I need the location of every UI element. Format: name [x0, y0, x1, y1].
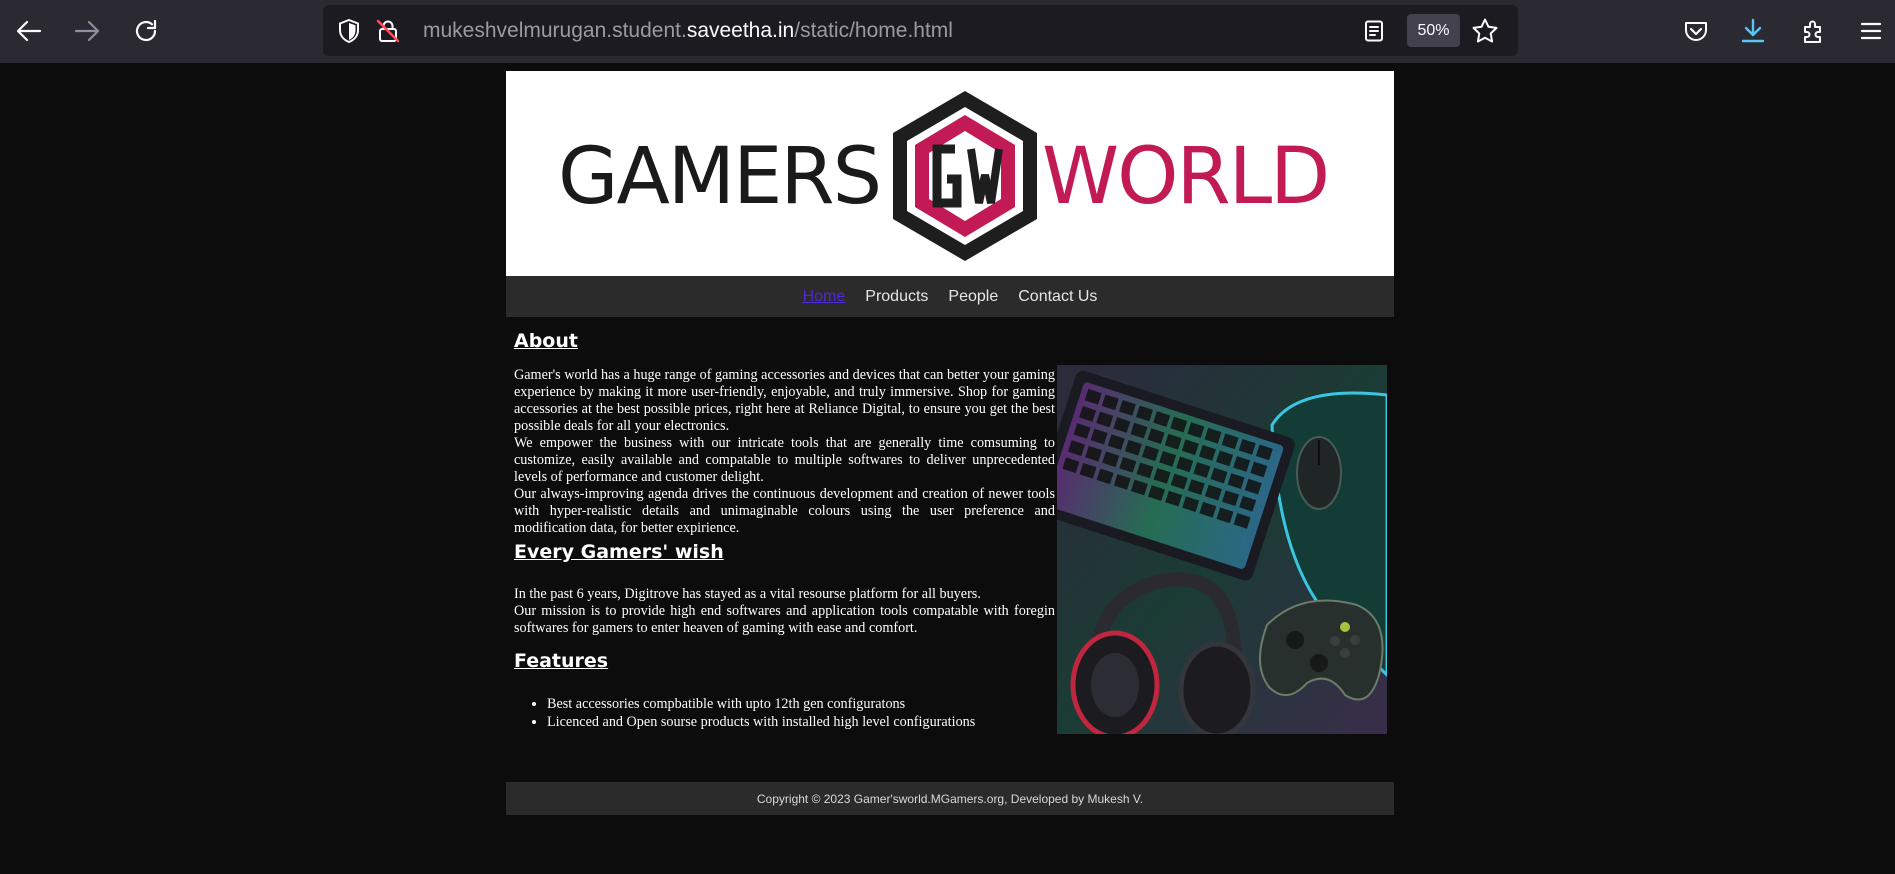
insecure-connection-lock-icon[interactable]: [374, 17, 402, 45]
feature-item: Licenced and Open sourse products with i…: [547, 713, 975, 731]
url-path: /static/home.html: [794, 19, 953, 42]
pocket-button[interactable]: [1676, 11, 1716, 51]
url-prefix: mukeshvelmurugan.student.: [423, 19, 687, 42]
about-heading: About: [514, 330, 578, 352]
feature-item: Best accessories compbatible with upto 1…: [547, 695, 975, 713]
nav-products-link[interactable]: Products: [865, 288, 928, 306]
about-paragraph: We empower the business with our intrica…: [514, 435, 1055, 485]
forward-button[interactable]: [67, 11, 107, 51]
tracking-protection-shield-icon[interactable]: [335, 17, 363, 45]
banner-word-gamers: GAMERS: [558, 132, 882, 222]
features-list: Best accessories compbatible with upto 1…: [514, 695, 975, 731]
copyright-text: Copyright © 2023 Gamer'sworld.MGamers.or…: [756, 791, 1144, 806]
address-bar[interactable]: mukeshvelmurugan.student.saveetha.in/sta…: [323, 5, 1518, 56]
nav-people-link[interactable]: People: [948, 288, 998, 306]
site-banner: GAMERS WORLD: [506, 71, 1394, 276]
wish-text: In the past 6 years, Digitrove has staye…: [514, 586, 1055, 637]
extensions-button[interactable]: [1793, 11, 1833, 51]
about-text: Gamer's world has a huge range of gaming…: [514, 367, 1055, 537]
about-paragraph: Gamer's world has a huge range of gaming…: [514, 367, 1055, 434]
main-content: About Gamer's world has a huge range of …: [506, 317, 1394, 777]
nav-contact-us-link[interactable]: Contact Us: [1018, 288, 1097, 306]
back-button[interactable]: [9, 11, 49, 51]
pocket-icon: [1685, 22, 1707, 41]
hamburger-menu-icon: [1860, 22, 1882, 40]
wish-paragraph: Our mission is to provide high end softw…: [514, 603, 1055, 636]
nav-home-link[interactable]: Home: [803, 288, 846, 306]
forward-arrow-icon: [74, 20, 100, 42]
zoom-level-button[interactable]: 50%: [1407, 14, 1460, 47]
download-icon: [1741, 18, 1765, 43]
puzzle-extension-icon: [1804, 20, 1821, 43]
features-heading: Features: [514, 650, 609, 672]
every-gamers-wish-heading: Every Gamers' wish: [514, 541, 724, 563]
bookmark-star-icon[interactable]: [1471, 17, 1499, 45]
about-paragraph: Our always-improving agenda drives the c…: [514, 486, 1055, 536]
reload-button[interactable]: [126, 11, 166, 51]
browser-toolbar: mukeshvelmurugan.student.saveetha.in/sta…: [0, 0, 1895, 63]
url-text[interactable]: mukeshvelmurugan.student.saveetha.in/sta…: [423, 18, 953, 44]
reader-view-icon[interactable]: [1360, 17, 1388, 45]
site-footer: Copyright © 2023 Gamer'sworld.MGamers.or…: [506, 782, 1394, 815]
main-nav: Home Products People Contact Us: [506, 276, 1394, 317]
page-container: GAMERS WORLD Home Products People Contac…: [506, 71, 1394, 777]
banner-word-world: WORLD: [1042, 132, 1330, 222]
url-domain: saveetha.in: [686, 19, 795, 42]
wish-paragraph: In the past 6 years, Digitrove has staye…: [514, 586, 981, 602]
gaming-setup-image: [1057, 365, 1387, 734]
reload-icon: [135, 19, 157, 42]
downloads-button[interactable]: [1733, 11, 1773, 51]
back-arrow-icon: [16, 20, 42, 42]
gw-logo-icon: [893, 91, 1037, 261]
app-menu-button[interactable]: [1851, 11, 1891, 51]
